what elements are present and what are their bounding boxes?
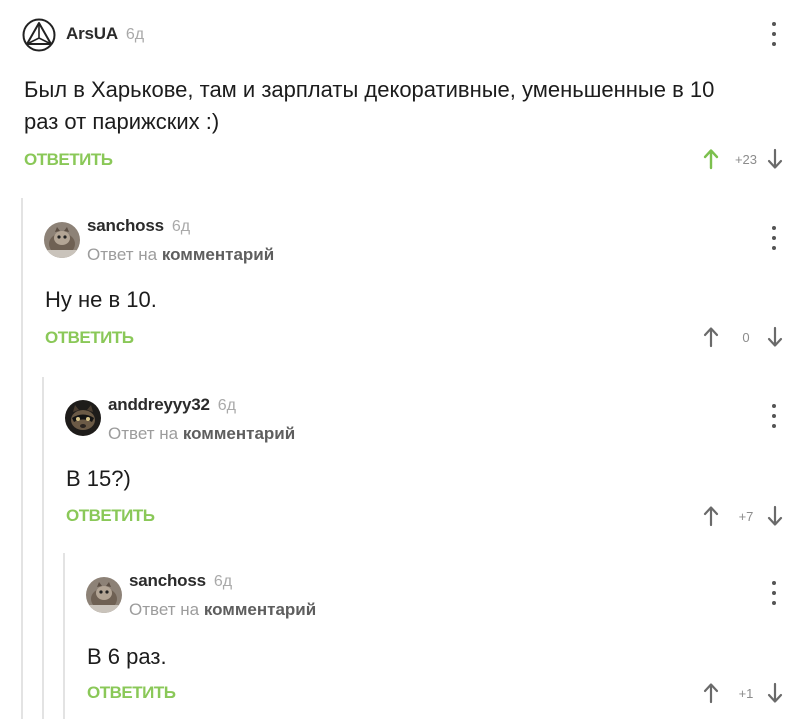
reply-button[interactable]: ОТВЕТИТЬ xyxy=(24,150,113,170)
comment-text: Был в Харькове, там и зарплаты декоратив… xyxy=(24,74,714,138)
reply-to-label[interactable]: Ответ на комментарий xyxy=(129,600,316,620)
comment-text-line: В 15?) xyxy=(66,466,131,491)
reply-button[interactable]: ОТВЕТИТЬ xyxy=(87,683,176,703)
downvote-arrow-icon[interactable] xyxy=(767,148,783,170)
comment-author[interactable]: sanchoss xyxy=(87,216,164,236)
comment-sanchoss-1: sanchoss 6д Ответ на комментарий Ну не в… xyxy=(22,198,800,368)
comment-date: 6д xyxy=(213,573,233,590)
comment-sanchoss-2: sanchoss 6д Ответ на комментарий В 6 раз… xyxy=(64,553,800,719)
reply-to-label[interactable]: Ответ на комментарий xyxy=(87,245,274,265)
downvote-arrow-icon[interactable] xyxy=(767,682,783,704)
comment-text-line: В 6 раз. xyxy=(87,644,167,669)
cat-photo-avatar[interactable] xyxy=(86,577,122,613)
upvote-arrow-icon[interactable] xyxy=(703,148,719,170)
reply-to-prefix: Ответ на xyxy=(129,600,200,619)
comment-text: Ну не в 10. xyxy=(45,284,157,316)
vote-count: 0 xyxy=(742,329,750,345)
reply-to-target-link[interactable]: комментарий xyxy=(204,600,316,619)
vote-controls: +1 xyxy=(703,682,783,704)
reply-to-label[interactable]: Ответ на комментарий xyxy=(108,424,295,444)
comment-text-line: Ну не в 10. xyxy=(45,287,157,312)
reply-to-target-link[interactable]: комментарий xyxy=(162,245,274,264)
reply-button[interactable]: ОТВЕТИТЬ xyxy=(66,506,155,526)
cat-photo-avatar[interactable] xyxy=(44,222,80,258)
comment-text: В 6 раз. xyxy=(87,641,167,673)
triangle-logo-avatar[interactable] xyxy=(22,18,56,52)
downvote-arrow-icon[interactable] xyxy=(767,326,783,348)
vote-controls: +7 xyxy=(703,505,783,527)
upvote-arrow-icon[interactable] xyxy=(703,326,719,348)
upvote-arrow-icon[interactable] xyxy=(703,505,719,527)
reply-to-prefix: Ответ на xyxy=(108,424,179,443)
comment-text: В 15?) xyxy=(66,463,131,495)
more-options-icon[interactable] xyxy=(767,226,781,250)
vote-count: +1 xyxy=(738,685,754,701)
vote-controls: +23 xyxy=(703,148,783,170)
comment-date: 6д xyxy=(125,26,145,43)
more-options-icon[interactable] xyxy=(767,581,781,605)
comment-date: 6д xyxy=(171,218,191,235)
reply-to-prefix: Ответ на xyxy=(87,245,158,264)
comment-date: 6д xyxy=(217,397,236,414)
comment-arsua: ArsUA 6д Был в Харькове, там и зарплаты … xyxy=(0,0,800,190)
vote-controls: 0 xyxy=(703,326,783,348)
comment-author[interactable]: ArsUA xyxy=(66,24,118,44)
vote-count: +23 xyxy=(734,151,758,167)
comment-anddreyyy32: anddreyyy32 6д Ответ на комментарий В 15… xyxy=(43,377,800,547)
downvote-arrow-icon[interactable] xyxy=(767,505,783,527)
more-options-icon[interactable] xyxy=(767,404,781,428)
raccoon-avatar[interactable] xyxy=(65,400,101,436)
comment-author[interactable]: sanchoss xyxy=(129,571,206,591)
comment-author[interactable]: anddreyyy32 xyxy=(108,395,210,415)
reply-button[interactable]: ОТВЕТИТЬ xyxy=(45,328,134,348)
vote-count: +7 xyxy=(738,508,754,524)
comment-text-line: раз от парижских :) xyxy=(24,109,220,134)
more-options-icon[interactable] xyxy=(767,22,781,46)
reply-to-target-link[interactable]: комментарий xyxy=(183,424,295,443)
upvote-arrow-icon[interactable] xyxy=(703,682,719,704)
comment-text-line: Был в Харькове, там и зарплаты декоратив… xyxy=(24,77,715,102)
